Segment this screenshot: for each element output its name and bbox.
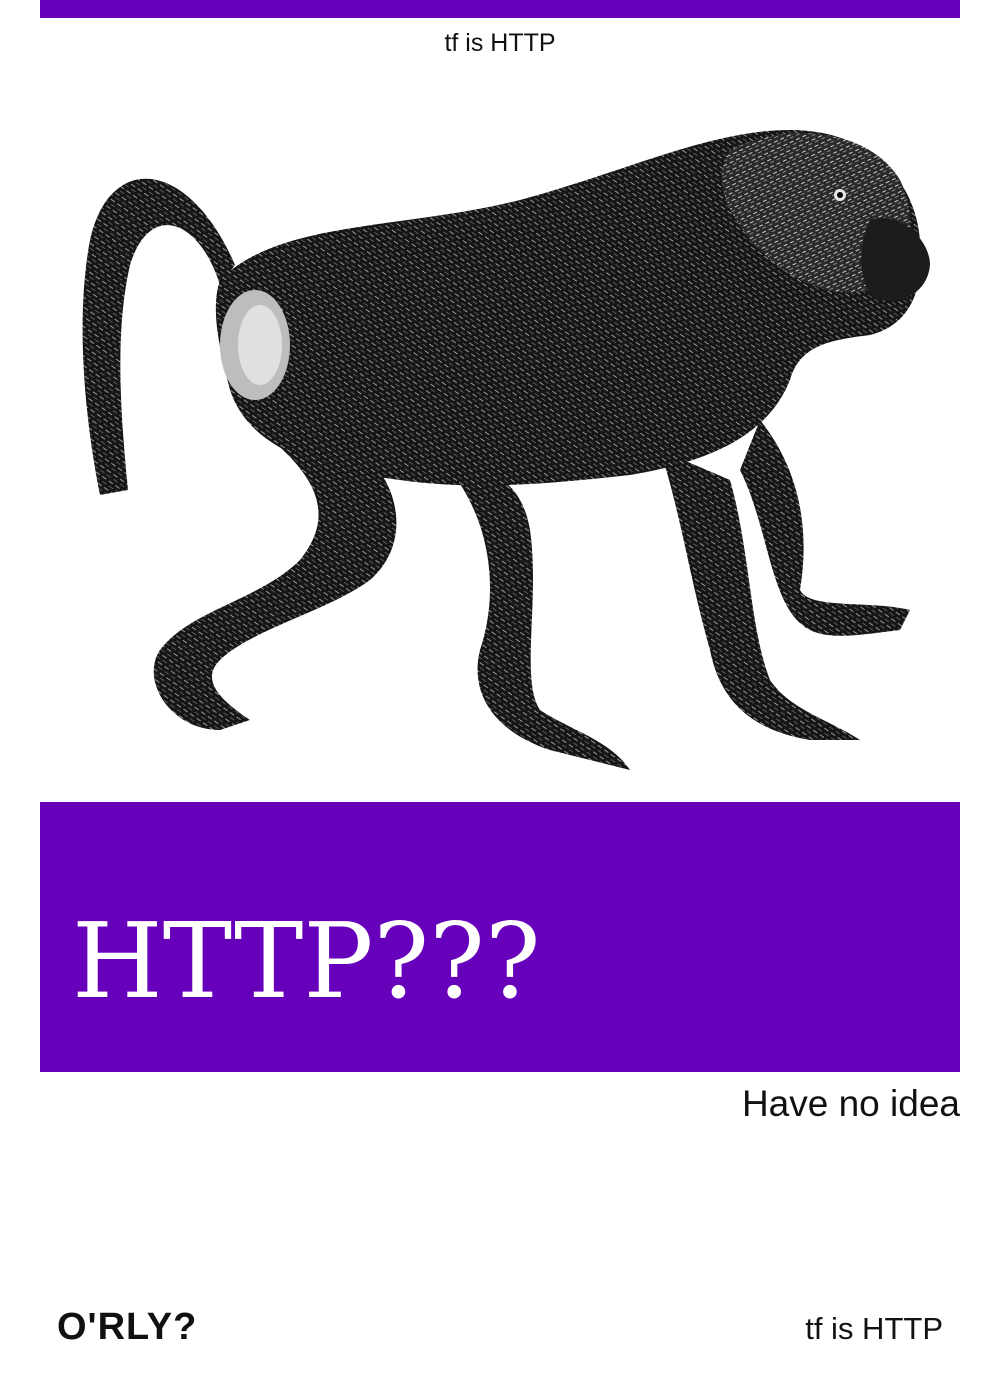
book-author: tf is HTTP	[805, 1311, 943, 1346]
book-title: HTTP???	[72, 900, 541, 1022]
title-block: HTTP???	[40, 802, 960, 1072]
top-tagline: tf is HTTP	[444, 29, 556, 57]
baboon-illustration	[70, 90, 950, 790]
book-subtitle: Have no idea	[741, 1083, 960, 1124]
publisher-logo: O'RLY?	[57, 1306, 198, 1348]
top-accent-bar	[40, 0, 960, 18]
